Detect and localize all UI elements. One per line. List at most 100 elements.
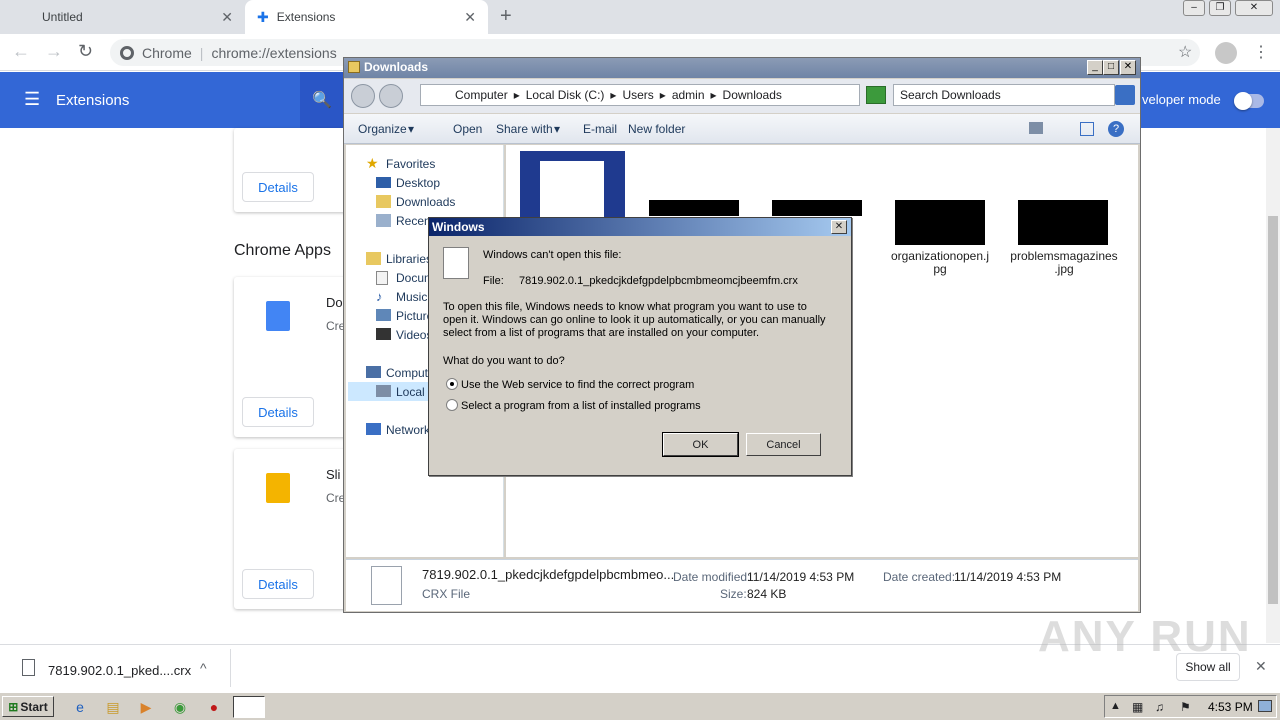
- details-button[interactable]: Details: [242, 397, 314, 427]
- forward-icon[interactable]: [379, 84, 403, 108]
- nav-network[interactable]: Network: [386, 423, 430, 437]
- bookmark-star-icon[interactable]: ☆: [1178, 42, 1192, 62]
- option-web-label[interactable]: Use the Web service to find the correct …: [461, 379, 694, 392]
- close-icon[interactable]: ✕: [831, 220, 847, 234]
- minimize-icon[interactable]: –: [1183, 0, 1205, 16]
- new-folder-button[interactable]: New folder: [628, 122, 685, 136]
- libraries-icon: [366, 252, 381, 265]
- active-window-button[interactable]: [233, 696, 265, 718]
- breadcrumb-local-disk[interactable]: Local Disk (C:): [526, 88, 605, 102]
- ie-icon[interactable]: e: [70, 697, 90, 717]
- documents-icon: [376, 271, 388, 285]
- section-title: Chrome Apps: [234, 242, 331, 259]
- avatar[interactable]: [1215, 42, 1237, 64]
- nav-recent[interactable]: Recen: [396, 214, 431, 228]
- ok-button[interactable]: OK: [662, 432, 739, 457]
- file-name[interactable]: organizationopen.j pg: [885, 250, 995, 276]
- image-thumbnail[interactable]: [1018, 200, 1108, 245]
- close-icon[interactable]: ✕: [221, 9, 233, 26]
- computer-icon: [366, 366, 381, 378]
- chevron-right-icon: ▸: [513, 88, 520, 102]
- nav-desktop[interactable]: Desktop: [396, 176, 440, 190]
- opera-icon[interactable]: ●: [204, 697, 224, 717]
- breadcrumb-users[interactable]: Users: [622, 88, 653, 102]
- volume-icon[interactable]: ♫: [1155, 700, 1164, 714]
- chevron-up-icon[interactable]: ▲: [1110, 700, 1121, 712]
- flag-icon[interactable]: ⚑: [1180, 700, 1191, 714]
- file-name[interactable]: problemsmagazines .jpg: [1008, 250, 1120, 276]
- new-tab-icon[interactable]: +: [500, 5, 512, 28]
- refresh-icon[interactable]: [866, 86, 886, 104]
- close-icon[interactable]: ✕: [1255, 658, 1267, 675]
- forward-icon[interactable]: →: [45, 41, 63, 62]
- explorer-title: Downloads: [364, 60, 429, 74]
- nav-favorites[interactable]: Favorites: [386, 157, 435, 171]
- file-name-line: pg: [933, 262, 947, 276]
- menu-icon[interactable]: ⋮: [1253, 42, 1269, 62]
- hamburger-icon[interactable]: ☰: [24, 89, 40, 110]
- view-icon[interactable]: [1029, 122, 1043, 134]
- cancel-button[interactable]: Cancel: [746, 433, 821, 456]
- explain-line: To open this file, Windows needs to know…: [443, 301, 807, 313]
- chevron-right-icon: ▸: [659, 88, 666, 102]
- back-icon[interactable]: [351, 84, 375, 108]
- explorer-titlebar[interactable]: [344, 58, 1140, 78]
- start-label: Start: [20, 699, 48, 714]
- details-button[interactable]: Details: [242, 172, 314, 202]
- close-window-icon[interactable]: ✕: [1235, 0, 1273, 16]
- search-icon[interactable]: 🔍: [300, 72, 344, 128]
- details-button[interactable]: Details: [242, 569, 314, 599]
- explorer-icon[interactable]: ▤: [103, 697, 123, 717]
- nav-libraries[interactable]: Libraries: [386, 252, 432, 266]
- close-icon[interactable]: ✕: [464, 9, 476, 26]
- tab-extensions[interactable]: ✚ Extensions ✕: [245, 0, 488, 34]
- image-thumbnail[interactable]: [772, 200, 862, 216]
- search-icon[interactable]: [1115, 85, 1135, 105]
- chrome-icon[interactable]: ◉: [170, 697, 190, 717]
- reload-icon[interactable]: ↻: [78, 41, 93, 62]
- start-button[interactable]: ⊞ Start: [2, 696, 54, 717]
- organize-button[interactable]: Organize: [358, 122, 407, 136]
- scrollbar-thumb[interactable]: [1268, 216, 1278, 604]
- image-thumbnail[interactable]: [649, 200, 739, 216]
- search-downloads-input[interactable]: Search Downloads: [893, 84, 1115, 106]
- share-with-button[interactable]: Share with: [496, 122, 553, 136]
- address-bar[interactable]: Computer ▸ Local Disk (C:) ▸ Users ▸ adm…: [420, 84, 860, 106]
- back-icon[interactable]: ←: [12, 41, 30, 62]
- slides-icon: [266, 473, 290, 503]
- tab-untitled[interactable]: Untitled ✕: [30, 0, 245, 34]
- preview-pane-icon[interactable]: [1080, 122, 1094, 136]
- maximize-icon[interactable]: □: [1103, 60, 1119, 75]
- file-icon: [371, 566, 402, 605]
- show-desktop-icon[interactable]: [1258, 700, 1272, 712]
- close-icon[interactable]: ✕: [1120, 60, 1136, 75]
- option-list-label[interactable]: Select a program from a list of installe…: [461, 400, 701, 413]
- email-button[interactable]: E-mail: [583, 122, 617, 136]
- network-tray-icon[interactable]: ▦: [1132, 700, 1143, 714]
- radio-program-list[interactable]: [446, 399, 458, 411]
- nav-music[interactable]: Music: [396, 290, 427, 304]
- nav-downloads[interactable]: Downloads: [396, 195, 455, 209]
- dialog-heading: Windows can't open this file:: [483, 249, 622, 261]
- developer-mode-toggle[interactable]: [1234, 92, 1264, 110]
- image-thumbnail[interactable]: [895, 200, 985, 245]
- minimize-icon[interactable]: _: [1087, 60, 1103, 75]
- open-button[interactable]: Open: [453, 122, 482, 136]
- selected-file-thumbnail[interactable]: [520, 151, 625, 221]
- breadcrumb-downloads[interactable]: Downloads: [723, 88, 782, 102]
- chevron-right-icon: ▸: [610, 88, 617, 102]
- omnibox-site: Chrome: [142, 44, 192, 61]
- breadcrumb-admin[interactable]: admin: [672, 88, 705, 102]
- media-player-icon[interactable]: ▶: [136, 697, 156, 717]
- radio-web-service[interactable]: [446, 378, 458, 390]
- folder-icon: [376, 195, 391, 208]
- restore-icon[interactable]: ❐: [1209, 0, 1231, 16]
- dialog-titlebar[interactable]: [429, 218, 851, 236]
- nav-videos[interactable]: Videos: [396, 328, 432, 342]
- omnibox-separator: |: [199, 44, 204, 61]
- chevron-up-icon[interactable]: ^: [200, 660, 207, 676]
- download-item[interactable]: 7819.902.0.1_pked....crx: [48, 663, 191, 678]
- help-icon[interactable]: ?: [1108, 121, 1124, 137]
- breadcrumb-computer[interactable]: Computer: [455, 88, 508, 102]
- pictures-icon: [376, 309, 391, 321]
